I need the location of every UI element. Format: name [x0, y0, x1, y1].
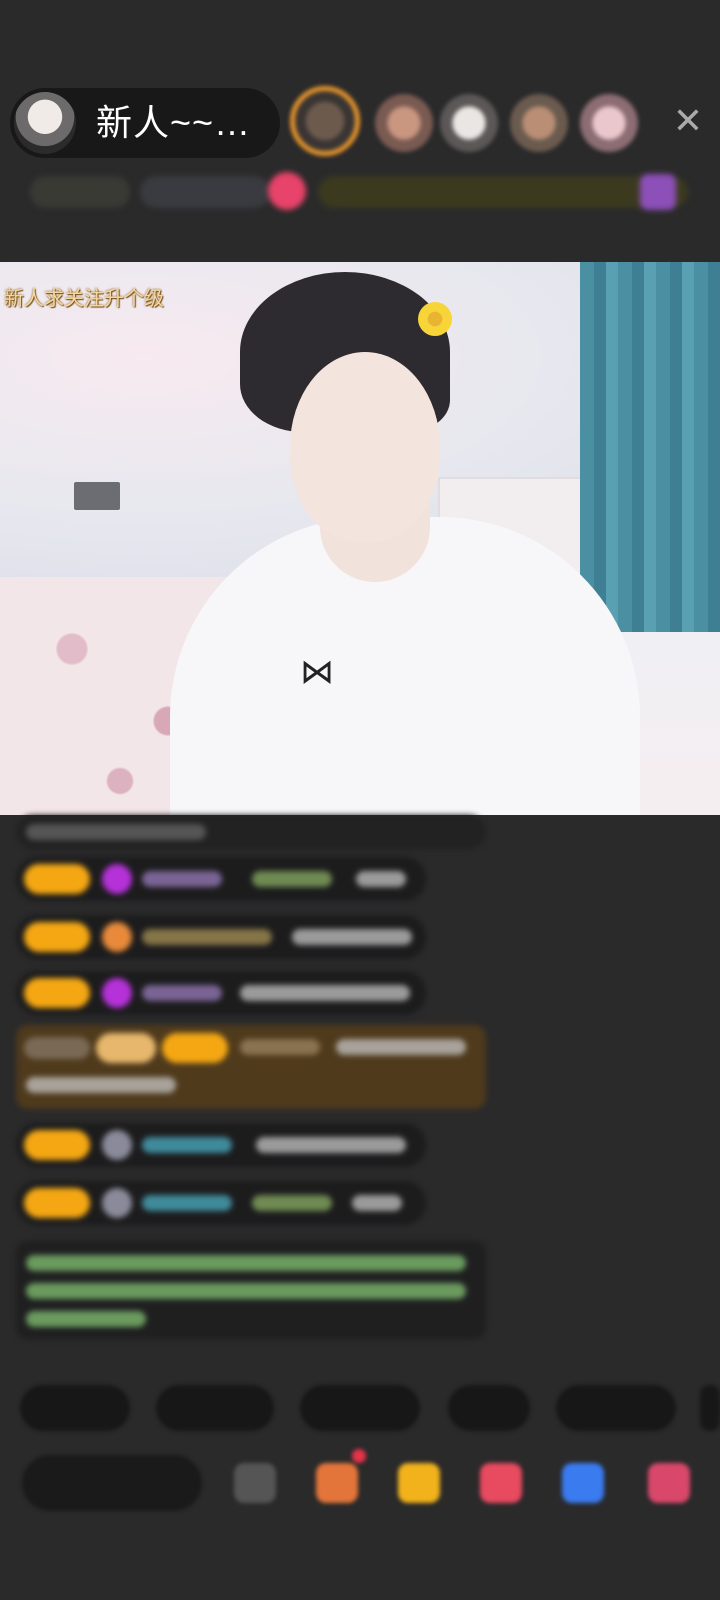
curtain	[580, 262, 720, 632]
live-stream-screen: 新人~~… ✕ ⋈ 新人求关注升个级	[0, 0, 720, 1600]
host-info-pill[interactable]: 新人~~…	[10, 88, 280, 158]
quick-reply-chip[interactable]	[700, 1385, 720, 1431]
quick-reply-chip[interactable]	[556, 1385, 676, 1431]
more-icon[interactable]	[648, 1463, 690, 1503]
streamer-face	[290, 352, 440, 542]
chat-input[interactable]	[22, 1455, 202, 1511]
bottom-toolbar	[0, 1449, 720, 1535]
quick-reply-chip[interactable]	[448, 1385, 530, 1431]
stream-header: 新人~~… ✕	[0, 80, 720, 160]
viewer-avatar[interactable]	[510, 94, 568, 152]
chat-message	[16, 915, 426, 959]
chat-message	[16, 971, 426, 1015]
emoji-icon[interactable]	[234, 1463, 276, 1503]
status-icon[interactable]	[640, 174, 676, 210]
notification-dot	[352, 1449, 366, 1463]
video-stream[interactable]: ⋈ 新人求关注升个级	[0, 262, 720, 815]
stream-overlay-text: 新人求关注升个级	[4, 286, 164, 310]
status-icon[interactable]	[268, 172, 306, 210]
viewer-avatar[interactable]	[580, 94, 638, 152]
chat-message	[16, 815, 486, 849]
hair-flower	[418, 302, 452, 336]
wall-outlet	[74, 482, 120, 510]
gift-icon[interactable]	[480, 1463, 522, 1503]
viewer-avatar[interactable]	[375, 94, 433, 152]
chat-list[interactable]	[0, 815, 720, 1355]
chat-message	[16, 857, 426, 901]
host-name[interactable]: 新人~~…	[96, 100, 251, 146]
red-packet-icon[interactable]	[398, 1463, 440, 1503]
gift-box-icon[interactable]	[316, 1463, 358, 1503]
shirt-logo-icon: ⋈	[300, 652, 334, 692]
system-notice	[16, 1241, 486, 1339]
share-icon[interactable]	[562, 1463, 604, 1503]
chat-message	[16, 1181, 426, 1225]
stream-status-bar	[0, 170, 720, 220]
quick-reply-chip[interactable]	[20, 1385, 130, 1431]
viewer-avatar[interactable]	[440, 94, 498, 152]
chat-message-highlight	[16, 1025, 486, 1109]
top-viewer-avatar[interactable]	[290, 86, 360, 156]
status-chip[interactable]	[140, 176, 270, 208]
quick-reply-bar	[0, 1385, 720, 1435]
activity-banner[interactable]	[318, 176, 688, 208]
status-chip[interactable]	[30, 176, 130, 208]
quick-reply-chip[interactable]	[156, 1385, 274, 1431]
chat-message	[16, 1123, 426, 1167]
close-icon[interactable]: ✕	[668, 102, 708, 142]
quick-reply-chip[interactable]	[300, 1385, 420, 1431]
host-avatar[interactable]	[14, 92, 76, 154]
